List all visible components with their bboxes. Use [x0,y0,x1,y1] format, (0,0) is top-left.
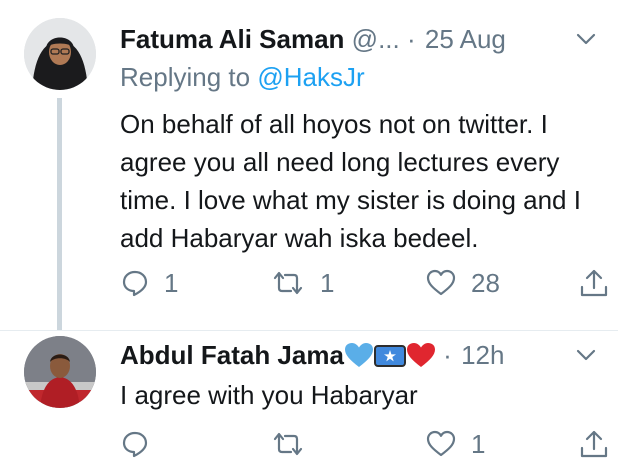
action-bar: 1 [120,427,618,461]
tweet-header: Abdul Fatah Jama · 12h [120,340,598,374]
reply-count: 1 [164,268,179,298]
timestamp[interactable]: 12h [461,340,504,370]
display-name[interactable]: Fatuma Ali Saman [120,24,344,54]
heart-icon [426,430,456,457]
replying-to-handle[interactable]: @HaksJr [257,62,364,92]
retweet-button[interactable]: 1 [270,266,334,300]
share-icon [580,430,608,458]
like-count: 1 [471,429,486,459]
avatar[interactable] [24,18,96,90]
tweet-text: On behalf of all hoyos not on twitter. I… [120,109,581,253]
tweet-text: I agree with you Habaryar [120,380,418,410]
share-button[interactable] [578,266,610,300]
tweet-header: Fatuma Ali Saman @... · 25 Aug [120,24,598,54]
heart-icon [426,269,456,296]
reply-button[interactable] [120,427,164,461]
retweet-count: 1 [320,268,335,298]
reply-icon [122,270,148,297]
tweet-fatuma[interactable]: Fatuma Ali Saman @... · 25 Aug Replying … [0,0,618,330]
share-button[interactable] [578,427,610,461]
like-count: 28 [471,268,500,298]
chevron-down-icon[interactable] [574,30,598,48]
blue-heart-icon [344,342,374,374]
red-heart-icon [406,342,436,374]
thread-line [57,98,62,330]
user-handle[interactable]: @... [352,24,400,54]
chevron-down-icon[interactable] [574,346,598,364]
display-name[interactable]: Abdul Fatah Jama [120,340,344,370]
separator-dot: · [406,24,416,54]
retweet-icon [273,271,303,295]
retweet-icon [273,432,303,456]
like-button[interactable]: 1 [425,427,485,461]
reply-button[interactable]: 1 [120,266,178,300]
tweet-abdul[interactable]: Abdul Fatah Jama · 12h I agree with you … [0,330,618,465]
action-bar: 1 1 28 [120,266,618,300]
separator-dot: · [443,340,452,370]
replying-to: Replying to @HaksJr [120,62,365,92]
share-icon [580,269,608,297]
retweet-button[interactable] [270,427,320,461]
reply-icon [122,431,148,458]
like-button[interactable]: 28 [425,266,500,300]
avatar[interactable] [24,336,96,408]
timestamp[interactable]: 25 Aug [425,24,506,54]
somalia-flag-icon [373,344,406,374]
replying-to-label: Replying to [120,62,251,92]
